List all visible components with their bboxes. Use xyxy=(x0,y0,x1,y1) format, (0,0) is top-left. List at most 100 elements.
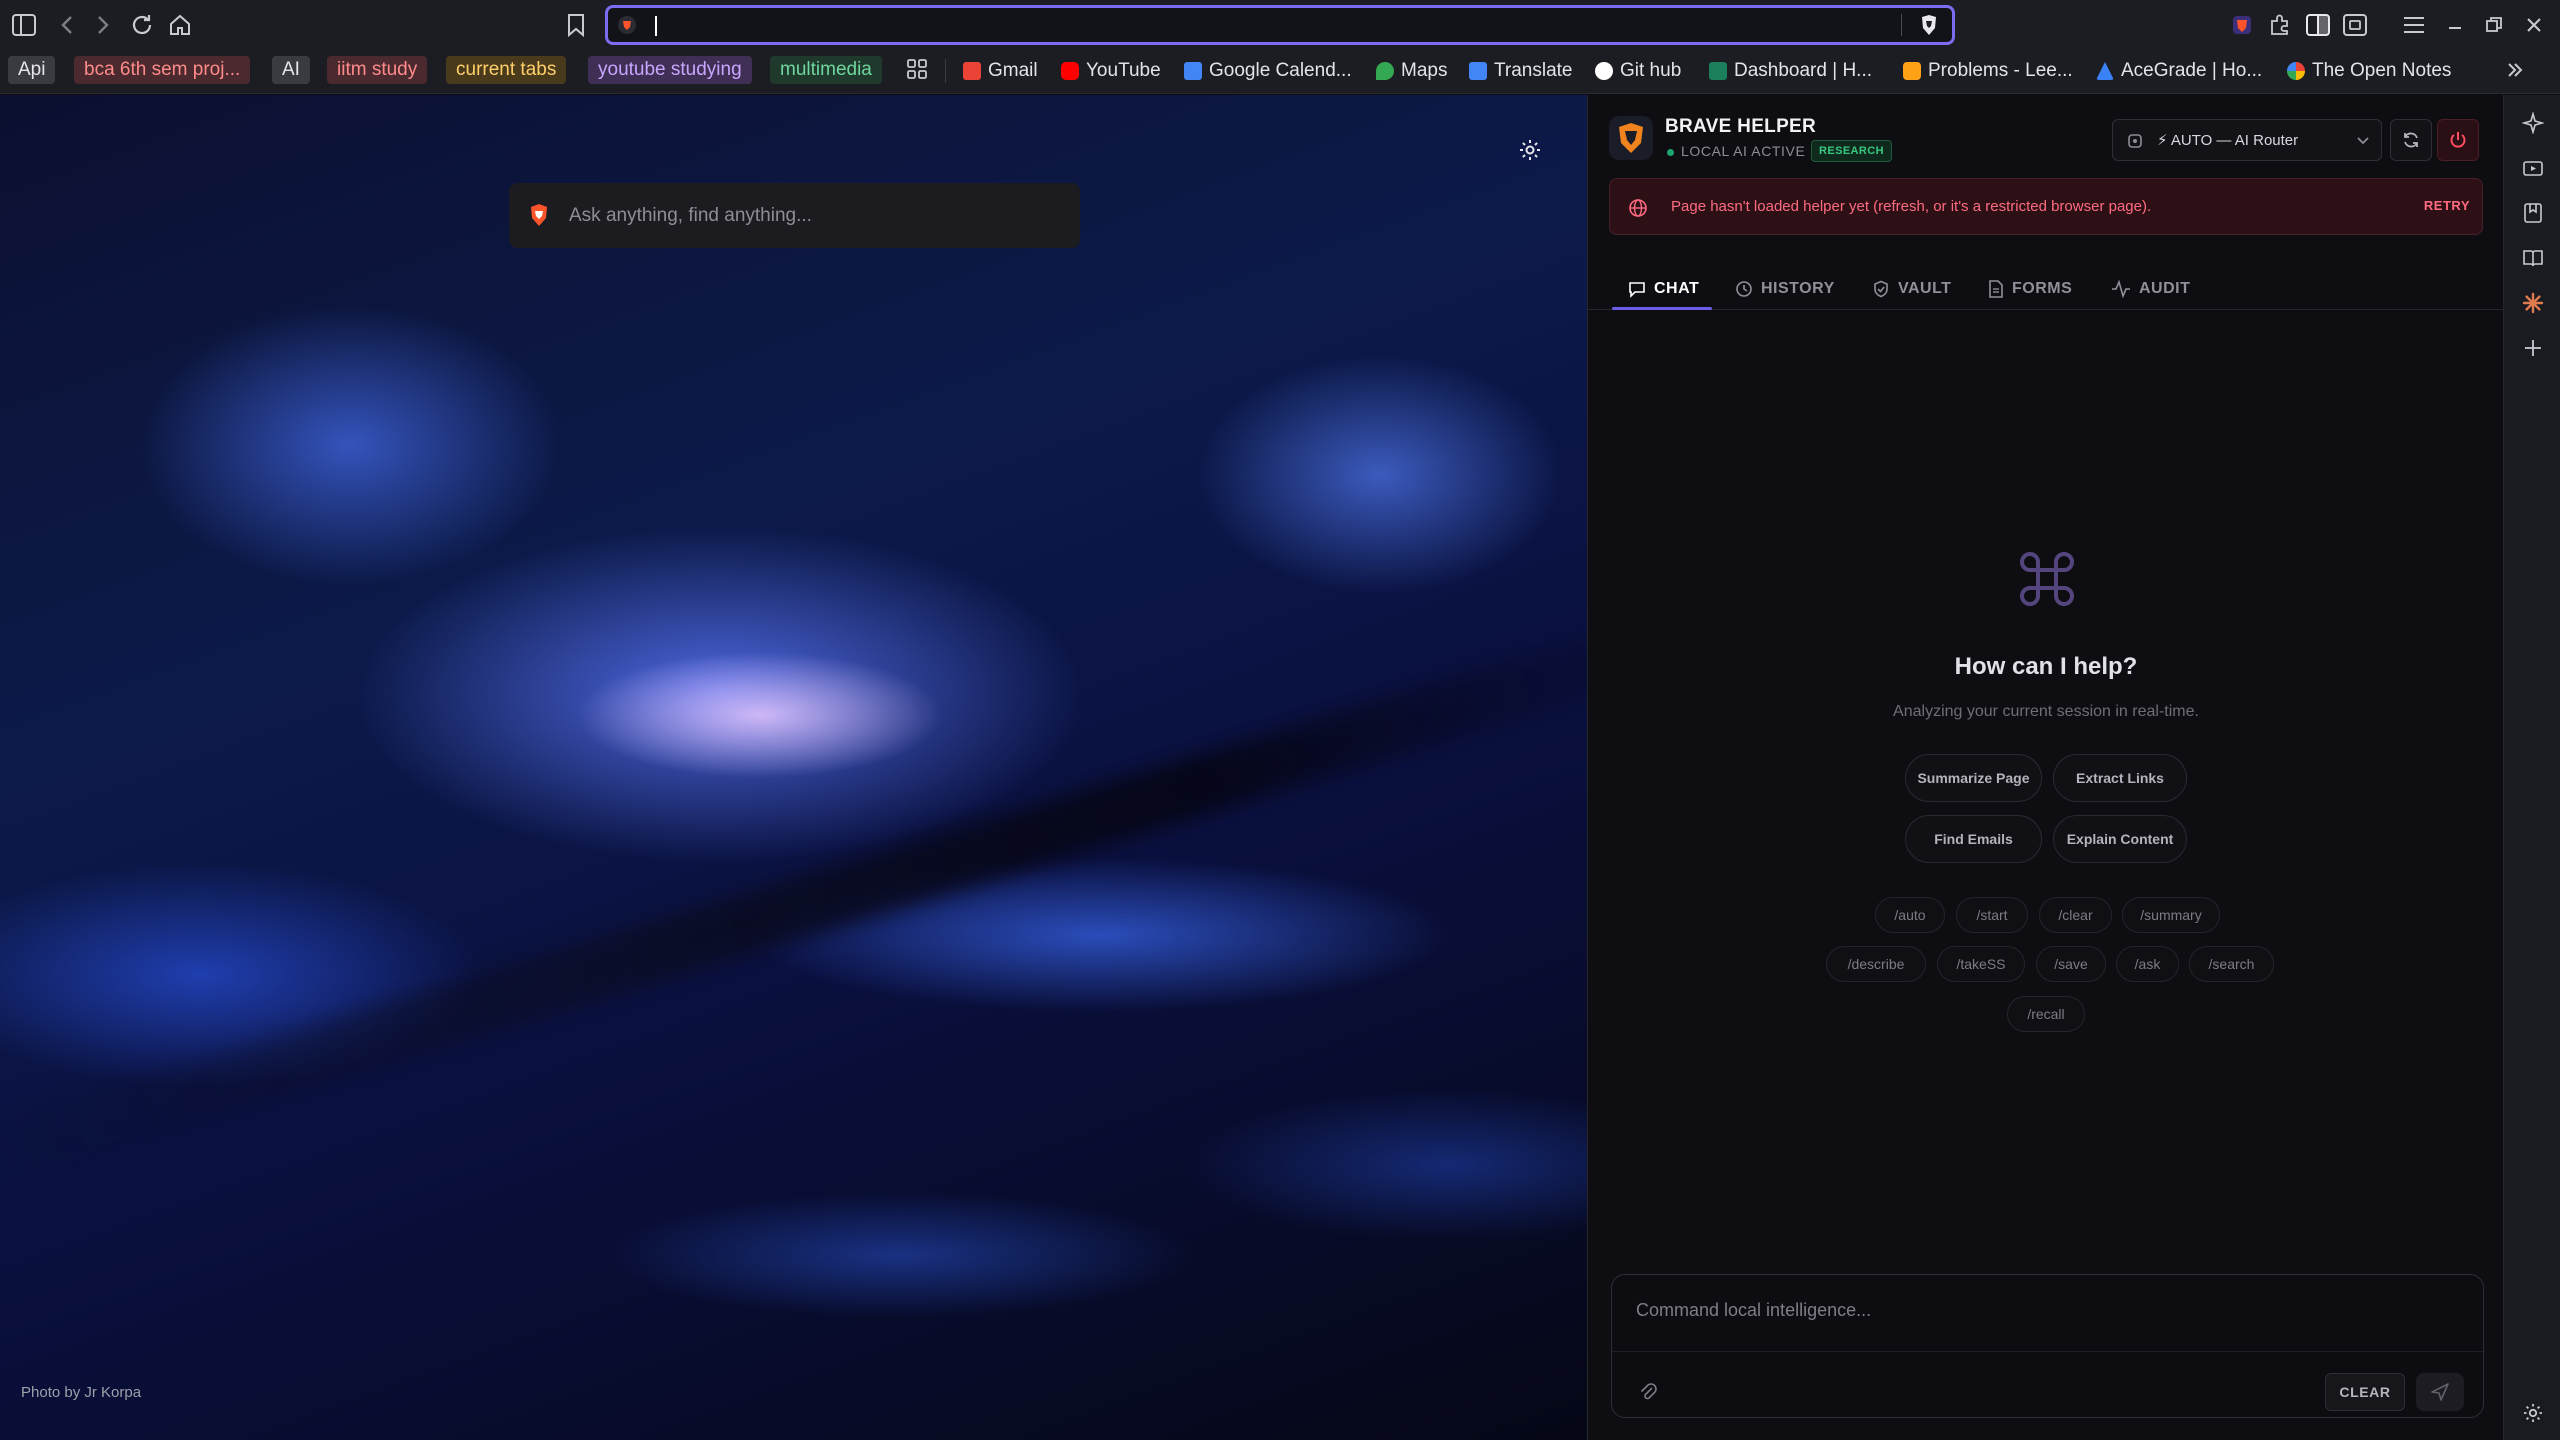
bookmark-acegrade[interactable]: AceGrade | Ho... xyxy=(2096,57,2262,85)
browser-toolbar xyxy=(0,0,2560,50)
extract-links-button[interactable]: Extract Links xyxy=(2053,754,2187,802)
command-chip-summary[interactable]: /summary xyxy=(2122,897,2220,933)
bookmark-folder-multimedia[interactable]: multimedia xyxy=(770,56,882,84)
bookmark-folder-api[interactable]: Api xyxy=(8,56,56,84)
bookmarks-separator xyxy=(945,59,946,83)
bookmark-folder-current-tabs[interactable]: current tabs xyxy=(446,56,567,84)
helper-status: LOCAL AI ACTIVE xyxy=(1681,143,1806,159)
bookmark-folder-iitm-study[interactable]: iitm study xyxy=(327,56,428,84)
dashboard-icon xyxy=(1709,62,1727,80)
back-icon[interactable] xyxy=(51,9,83,41)
tab-history[interactable]: HISTORY xyxy=(1735,267,1835,310)
new-tab-search-box[interactable] xyxy=(509,183,1080,248)
command-chip-describe[interactable]: /describe xyxy=(1826,946,1926,982)
helper-title: BRAVE HELPER xyxy=(1665,116,1817,137)
attach-paperclip-icon[interactable] xyxy=(1639,1381,1657,1403)
screenshot-icon[interactable] xyxy=(2339,9,2371,41)
url-input[interactable] xyxy=(652,12,1892,38)
page-settings-gear-icon[interactable] xyxy=(1518,138,1542,162)
menu-icon[interactable] xyxy=(2398,9,2430,41)
tab-vault[interactable]: VAULT xyxy=(1872,267,1951,310)
command-chip-recall[interactable]: /recall xyxy=(2007,996,2085,1032)
brave-helper-logo xyxy=(1609,116,1653,160)
minimize-icon[interactable] xyxy=(2439,9,2471,41)
bookmark-folder-bca-project[interactable]: bca 6th sem proj... xyxy=(74,56,251,84)
home-icon[interactable] xyxy=(164,9,196,41)
command-input[interactable] xyxy=(1636,1295,2456,1325)
new-tab-page: Photo by Jr Korpa xyxy=(0,95,1587,1440)
forward-icon[interactable] xyxy=(87,9,119,41)
command-key-icon xyxy=(2018,550,2076,608)
ai-router-select[interactable]: ⚡ AUTO — AI Router xyxy=(2112,119,2382,161)
reading-list-icon[interactable] xyxy=(2518,243,2548,273)
github-icon xyxy=(1595,62,1613,80)
summarize-page-button[interactable]: Summarize Page xyxy=(1905,754,2042,802)
more-bookmarks-icon[interactable] xyxy=(2505,60,2525,80)
tab-chat[interactable]: CHAT xyxy=(1628,267,1699,310)
add-panel-icon[interactable] xyxy=(2518,333,2548,363)
command-chip-search[interactable]: /search xyxy=(2189,946,2274,982)
clear-button[interactable]: CLEAR xyxy=(2325,1373,2405,1411)
sidebar-settings-gear-icon[interactable] xyxy=(2518,1398,2548,1428)
extensions-icon[interactable] xyxy=(2264,9,2296,41)
refresh-icon xyxy=(2404,132,2418,148)
calendar-icon xyxy=(1184,62,1202,80)
command-chip-start[interactable]: /start xyxy=(1956,897,2028,933)
brave-rewards-icon[interactable] xyxy=(2226,9,2258,41)
send-button[interactable] xyxy=(2416,1373,2464,1411)
bookmark-maps[interactable]: Maps xyxy=(1376,57,1447,85)
bookmark-icon[interactable] xyxy=(560,9,592,41)
command-chip-takess[interactable]: /takeSS xyxy=(1937,946,2025,982)
retry-button[interactable]: RETRY xyxy=(2424,198,2470,213)
brave-shields-icon[interactable] xyxy=(1919,14,1939,36)
command-chip-auto[interactable]: /auto xyxy=(1875,897,1945,933)
leo-ai-icon[interactable] xyxy=(2518,108,2548,138)
bookmark-folder-youtube-studying[interactable]: youtube studying xyxy=(588,56,752,84)
command-chip-clear[interactable]: /clear xyxy=(2039,897,2112,933)
bookmarks-panel-icon[interactable] xyxy=(2518,198,2548,228)
command-chip-ask[interactable]: /ask xyxy=(2116,946,2179,982)
power-icon xyxy=(2450,132,2466,148)
site-info-icon[interactable] xyxy=(617,15,637,35)
send-icon xyxy=(2431,1383,2449,1401)
photo-credit[interactable]: Photo by Jr Korpa xyxy=(21,1384,141,1401)
text-caret xyxy=(655,16,657,36)
command-chip-save[interactable]: /save xyxy=(2036,946,2106,982)
claude-extension-icon[interactable] xyxy=(2518,288,2548,318)
chat-composer: CLEAR xyxy=(1611,1274,2484,1418)
media-player-icon[interactable] xyxy=(2518,153,2548,183)
refresh-button[interactable] xyxy=(2390,119,2432,161)
bookmark-github[interactable]: Git hub xyxy=(1595,57,1681,85)
bookmark-gmail[interactable]: Gmail xyxy=(963,57,1038,85)
split-view-icon[interactable] xyxy=(2302,9,2334,41)
tab-forms[interactable]: FORMS xyxy=(1988,267,2072,310)
bookmark-translate[interactable]: Translate xyxy=(1469,57,1573,85)
bookmark-leetcode[interactable]: Problems - Lee... xyxy=(1903,57,2073,85)
acegrade-icon xyxy=(2096,62,2114,80)
bookmark-folder-ai[interactable]: AI xyxy=(272,56,310,84)
router-selected-value: ⚡ AUTO — AI Router xyxy=(2157,132,2299,149)
bookmark-google-calendar[interactable]: Google Calend... xyxy=(1184,57,1352,85)
pulse-icon xyxy=(2112,279,2130,298)
apps-grid-icon[interactable] xyxy=(906,58,928,80)
restore-icon[interactable] xyxy=(2478,9,2510,41)
bookmark-youtube[interactable]: YouTube xyxy=(1061,57,1161,85)
explain-content-button[interactable]: Explain Content xyxy=(2053,815,2187,863)
power-button[interactable] xyxy=(2437,119,2479,161)
empty-state-title: How can I help? xyxy=(1954,653,2138,680)
error-banner: Page hasn't loaded helper yet (refresh, … xyxy=(1609,178,2483,235)
globe-icon xyxy=(1628,198,1648,218)
chevron-down-icon xyxy=(2356,135,2370,147)
sidebar-toggle-icon[interactable] xyxy=(8,9,40,41)
history-icon xyxy=(1736,280,1752,297)
bookmark-dashboard[interactable]: Dashboard | H... xyxy=(1709,57,1872,85)
new-tab-search-input[interactable] xyxy=(569,201,1059,231)
tab-audit[interactable]: AUDIT xyxy=(2111,267,2190,310)
brave-logo-icon xyxy=(529,203,549,227)
close-window-icon[interactable] xyxy=(2518,9,2550,41)
cpu-icon xyxy=(2127,133,2143,149)
find-emails-button[interactable]: Find Emails xyxy=(1905,815,2042,863)
reload-icon[interactable] xyxy=(126,9,158,41)
bookmark-open-notes[interactable]: The Open Notes xyxy=(2287,57,2451,85)
address-bar[interactable] xyxy=(605,5,1955,45)
